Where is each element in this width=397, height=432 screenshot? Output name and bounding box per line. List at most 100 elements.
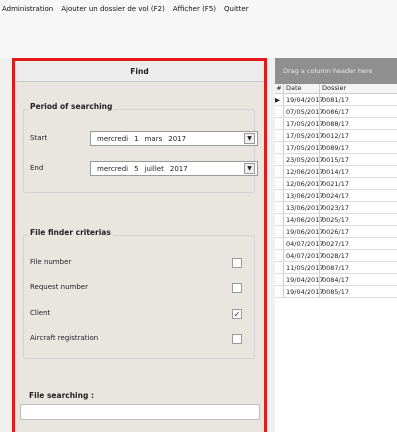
dossier-cell: 0012/17 xyxy=(322,131,350,140)
checkmark-icon: ✓ xyxy=(233,310,241,319)
row-indicator xyxy=(275,250,284,261)
table-row[interactable]: 17/05/2017 0089/17 xyxy=(275,142,397,154)
end-date-picker[interactable]: mercredi 5 juillet 2017 ▼ xyxy=(90,161,258,176)
start-label: Start xyxy=(30,134,48,142)
request-number-label: Request number xyxy=(30,283,88,291)
table-row[interactable]: 04/07/2017 0028/17 xyxy=(275,250,397,262)
aircraft-registration-label: Aircraft registration xyxy=(30,334,99,342)
dossier-cell: 0028/17 xyxy=(322,251,350,260)
dossier-cell: 0088/17 xyxy=(322,119,350,128)
file-number-label: File number xyxy=(30,258,72,266)
menu-add-flight-file[interactable]: Ajouter un dossier de vol (F2) xyxy=(61,5,165,13)
files-grid: Drag a column header here # Date Dossier… xyxy=(275,58,397,432)
dossier-cell: 0026/17 xyxy=(322,227,350,236)
dossier-cell: 0087/17 xyxy=(322,263,350,272)
file-number-checkbox[interactable] xyxy=(232,258,242,268)
start-month: mars xyxy=(144,134,163,143)
dossier-cell: 0085/17 xyxy=(322,287,350,296)
row-indicator xyxy=(275,178,284,189)
dossier-cell: 0021/17 xyxy=(322,179,350,188)
date-cell: 19/04/2017 xyxy=(286,94,324,105)
table-row[interactable]: 14/06/2017 0025/17 xyxy=(275,214,397,226)
grid-body: ▶ 19/04/2017 0081/17 07/05/2017 0086/17 17/05… xyxy=(275,94,397,298)
dossier-cell: 0023/17 xyxy=(322,203,350,212)
date-cell: 04/07/2017 xyxy=(286,238,324,249)
end-day: 5 xyxy=(134,164,139,173)
date-cell: 13/06/2017 xyxy=(286,202,324,213)
row-indicator-header: # xyxy=(275,84,284,93)
criteria-group: File finder criterias File number Reques… xyxy=(23,228,255,359)
start-weekday: mercredi xyxy=(97,134,129,143)
table-row[interactable]: 23/05/2017 0015/17 xyxy=(275,154,397,166)
table-row[interactable]: 19/04/2017 0085/17 xyxy=(275,286,397,298)
menu-quit[interactable]: Quitter xyxy=(224,5,249,13)
find-panel-title: Find xyxy=(15,61,264,82)
date-cell: 14/06/2017 xyxy=(286,214,324,225)
request-number-checkbox[interactable] xyxy=(232,283,242,293)
dossier-cell: 0014/17 xyxy=(322,167,350,176)
table-row[interactable]: 11/05/2017 0087/17 xyxy=(275,262,397,274)
column-header-date[interactable]: Date xyxy=(284,84,320,93)
date-cell: 17/05/2017 xyxy=(286,118,324,129)
start-date-picker[interactable]: mercredi 1 mars 2017 ▼ xyxy=(90,131,258,146)
dossier-cell: 0025/17 xyxy=(322,215,350,224)
date-cell: 13/06/2017 xyxy=(286,190,324,201)
dossier-cell: 0086/17 xyxy=(322,107,350,116)
aircraft-registration-checkbox[interactable] xyxy=(232,334,242,344)
dossier-cell: 0015/17 xyxy=(322,155,350,164)
criteria-group-title: File finder criterias xyxy=(28,228,113,237)
table-row[interactable]: 13/06/2017 0023/17 xyxy=(275,202,397,214)
row-indicator xyxy=(275,166,284,177)
dossier-cell: 0084/17 xyxy=(322,275,350,284)
end-month: juillet xyxy=(144,164,164,173)
row-indicator xyxy=(275,118,284,129)
menu-bar: Administration Ajouter un dossier de vol… xyxy=(0,0,397,18)
date-cell: 17/05/2017 xyxy=(286,142,324,153)
table-row[interactable]: 07/05/2017 0086/17 xyxy=(275,106,397,118)
table-row[interactable]: ▶ 19/04/2017 0081/17 xyxy=(275,94,397,106)
table-row[interactable]: 19/06/2017 0026/17 xyxy=(275,226,397,238)
client-checkbox[interactable]: ✓ xyxy=(232,309,242,319)
current-row-arrow-icon: ▶ xyxy=(275,94,284,105)
row-indicator xyxy=(275,106,284,117)
group-by-hint[interactable]: Drag a column header here xyxy=(275,58,397,84)
dossier-cell: 0024/17 xyxy=(322,191,350,200)
table-row[interactable]: 12/06/2017 0021/17 xyxy=(275,178,397,190)
table-row[interactable]: 13/06/2017 0024/17 xyxy=(275,190,397,202)
date-cell: 19/04/2017 xyxy=(286,286,324,297)
end-label: End xyxy=(30,164,44,172)
row-indicator xyxy=(275,202,284,213)
column-header-dossier[interactable]: Dossier xyxy=(320,84,397,93)
date-cell: 04/07/2017 xyxy=(286,250,324,261)
grid-header: # Date Dossier xyxy=(275,84,397,94)
table-row[interactable]: 17/05/2017 0088/17 xyxy=(275,118,397,130)
date-cell: 17/05/2017 xyxy=(286,130,324,141)
menu-administration[interactable]: Administration xyxy=(2,5,53,13)
dossier-cell: 0089/17 xyxy=(322,143,350,152)
row-indicator xyxy=(275,214,284,225)
row-indicator xyxy=(275,142,284,153)
end-year: 2017 xyxy=(169,164,188,173)
row-indicator xyxy=(275,238,284,249)
table-row[interactable]: 12/06/2017 0014/17 xyxy=(275,166,397,178)
date-cell: 07/05/2017 xyxy=(286,106,324,117)
chevron-down-icon[interactable]: ▼ xyxy=(244,133,255,144)
table-row[interactable]: 04/07/2017 0027/17 xyxy=(275,238,397,250)
chevron-down-icon[interactable]: ▼ xyxy=(244,163,255,174)
table-row[interactable]: 19/04/2017 0084/17 xyxy=(275,274,397,286)
table-row[interactable]: 17/05/2017 0012/17 xyxy=(275,130,397,142)
date-cell: 19/06/2017 xyxy=(286,226,324,237)
period-group: Period of searching Start mercredi 1 mar… xyxy=(23,102,258,193)
file-searching-input[interactable] xyxy=(20,404,260,420)
date-cell: 12/06/2017 xyxy=(286,166,324,177)
date-cell: 11/05/2017 xyxy=(286,262,324,273)
row-indicator xyxy=(275,274,284,285)
find-panel: Find Period of searching Start mercredi … xyxy=(12,58,267,432)
menu-display[interactable]: Afficher (F5) xyxy=(173,5,216,13)
row-indicator xyxy=(275,262,284,273)
date-cell: 19/04/2017 xyxy=(286,274,324,285)
row-indicator xyxy=(275,286,284,297)
file-searching-label: File searching : xyxy=(29,391,94,400)
end-weekday: mercredi xyxy=(97,164,129,173)
dossier-cell: 0027/17 xyxy=(322,239,350,248)
